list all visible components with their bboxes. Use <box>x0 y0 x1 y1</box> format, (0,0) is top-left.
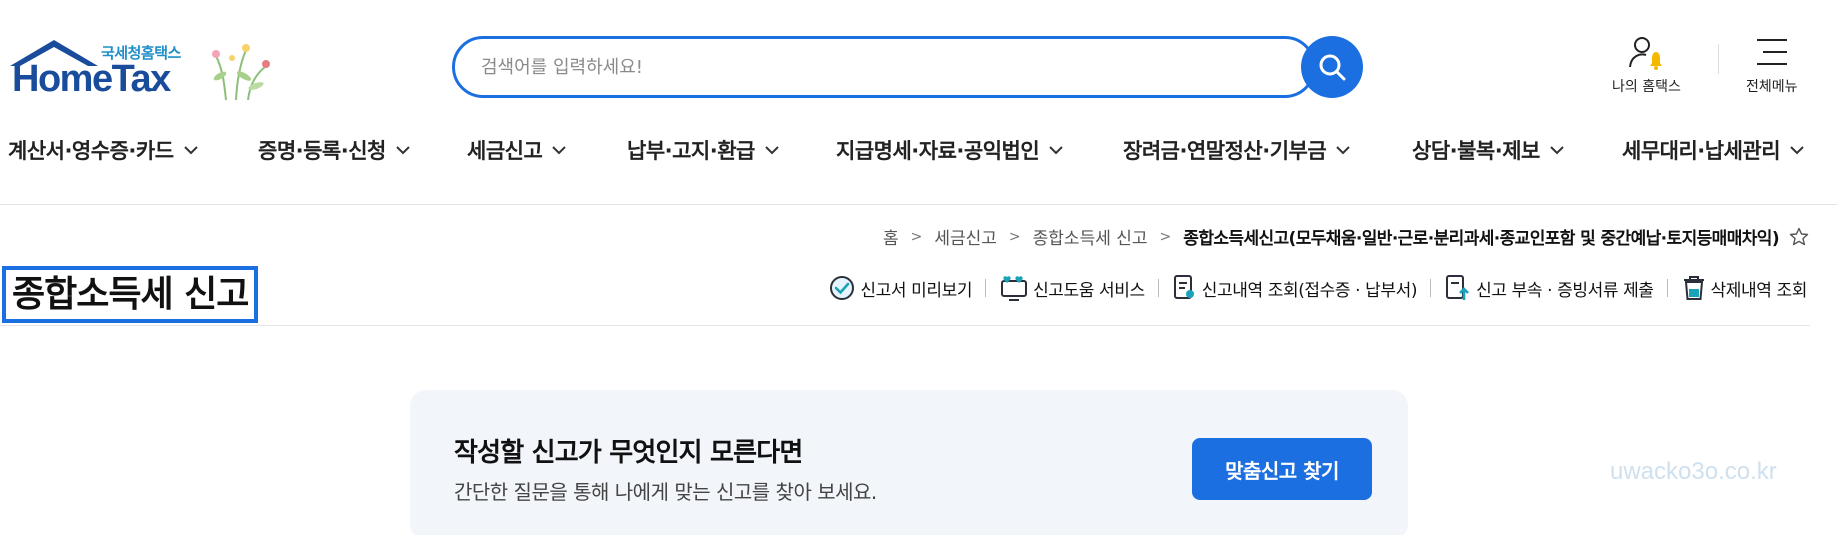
title-divider <box>0 325 1810 326</box>
action-divider <box>1666 279 1668 297</box>
chevron-down-icon <box>552 146 566 155</box>
action-divider <box>1157 279 1159 297</box>
nav-item-statements[interactable]: 지급명세·자료·공익법인 <box>836 135 1063 165</box>
user-bell-icon <box>1629 37 1663 70</box>
breadcrumb: 홈 > 세금신고 > 종합소득세 신고 > 종합소득세신고(모두채움·일반·근로… <box>883 224 1809 249</box>
breadcrumb-separator: > <box>1159 228 1172 245</box>
header-divider <box>1718 44 1719 74</box>
star-favorite-icon[interactable] <box>1789 227 1809 247</box>
all-menu-label: 전체메뉴 <box>1746 79 1798 95</box>
deleted-history-link[interactable]: 삭제내역 조회 <box>1681 274 1807 302</box>
info-box-title: 작성할 신고가 무엇인지 모른다면 <box>454 438 803 468</box>
chevron-down-icon <box>1336 146 1350 155</box>
find-custom-filing-button[interactable]: 맞춤신고 찾기 <box>1192 438 1372 500</box>
breadcrumb-level2[interactable]: 종합소득세 신고 <box>1033 224 1148 249</box>
chevron-down-icon <box>765 146 779 155</box>
nav-item-consulting[interactable]: 상담·불복·제보 <box>1412 135 1564 165</box>
main-nav: 계산서·영수증·카드 증명·등록·신청 세금신고 납부·고지·환급 지급명세·자… <box>0 135 1837 175</box>
watermark-text: uwacko3o.co.kr <box>1610 458 1777 485</box>
action-divider <box>1430 279 1432 297</box>
chevron-down-icon <box>1550 146 1564 155</box>
nav-item-tax-agent[interactable]: 세무대리·납세관리 <box>1622 135 1804 165</box>
search-icon <box>1319 54 1346 81</box>
flower-plant-icon <box>212 44 270 101</box>
filing-help-link[interactable]: 신고도움 서비스 <box>999 274 1145 302</box>
my-hometax-button[interactable]: 나의 홈택스 <box>1612 34 1681 96</box>
nav-item-incentives[interactable]: 장려금·연말정산·기부금 <box>1123 135 1350 165</box>
chevron-down-icon <box>183 146 198 155</box>
search-input[interactable] <box>481 39 1261 95</box>
nav-divider <box>0 204 1837 205</box>
logo-wordmark: HomeTax <box>12 58 171 100</box>
nav-item-tax-filing[interactable]: 세금신고 <box>467 135 566 165</box>
hometax-logo[interactable]: 국세청홈택스 HomeTax <box>8 36 278 106</box>
breadcrumb-current: 종합소득세신고(모두채움·일반·근로·분리과세·종교인포함 및 중간예납·토지등… <box>1183 229 1779 249</box>
info-box-description: 간단한 질문을 통해 나에게 맞는 신고를 찾아 보세요. <box>454 480 877 504</box>
search-button[interactable] <box>1301 36 1363 98</box>
chevron-down-icon <box>396 146 410 155</box>
nav-item-certificates[interactable]: 증명·등록·신청 <box>258 135 410 165</box>
submit-documents-link[interactable]: 신고 부속 · 증빙서류 제출 <box>1444 274 1654 302</box>
my-hometax-label: 나의 홈택스 <box>1612 79 1681 95</box>
document-search-icon <box>1173 275 1194 299</box>
monitor-heart-icon <box>1001 276 1028 301</box>
nav-item-invoices[interactable]: 계산서·영수증·카드 <box>8 135 198 165</box>
all-menu-button[interactable]: 전체메뉴 <box>1746 34 1798 96</box>
action-links: 신고서 미리보기 신고도움 서비스 신고내역 조회(접수증 · 납부서) 신고 … <box>828 274 1807 302</box>
breadcrumb-level1[interactable]: 세금신고 <box>934 224 997 249</box>
chevron-down-icon <box>1049 146 1063 155</box>
trash-icon <box>1683 276 1704 300</box>
check-circle-icon <box>830 276 855 300</box>
custom-filing-info-box: 작성할 신고가 무엇인지 모른다면 간단한 질문을 통해 나에게 맞는 신고를 … <box>410 390 1408 535</box>
nav-item-payment[interactable]: 납부·고지·환급 <box>627 135 779 165</box>
page-title: 종합소득세 신고 <box>2 266 259 323</box>
breadcrumb-separator: > <box>910 228 923 245</box>
document-upload-icon <box>1446 275 1470 300</box>
breadcrumb-home[interactable]: 홈 <box>883 224 899 249</box>
action-divider <box>985 279 987 297</box>
breadcrumb-separator: > <box>1008 228 1021 245</box>
filing-history-link[interactable]: 신고내역 조회(접수증 · 납부서) <box>1172 274 1418 302</box>
chevron-down-icon <box>1790 146 1804 155</box>
search-bar <box>452 36 1316 98</box>
hamburger-menu-icon <box>1756 39 1787 65</box>
preview-return-link[interactable]: 신고서 미리보기 <box>828 274 972 302</box>
